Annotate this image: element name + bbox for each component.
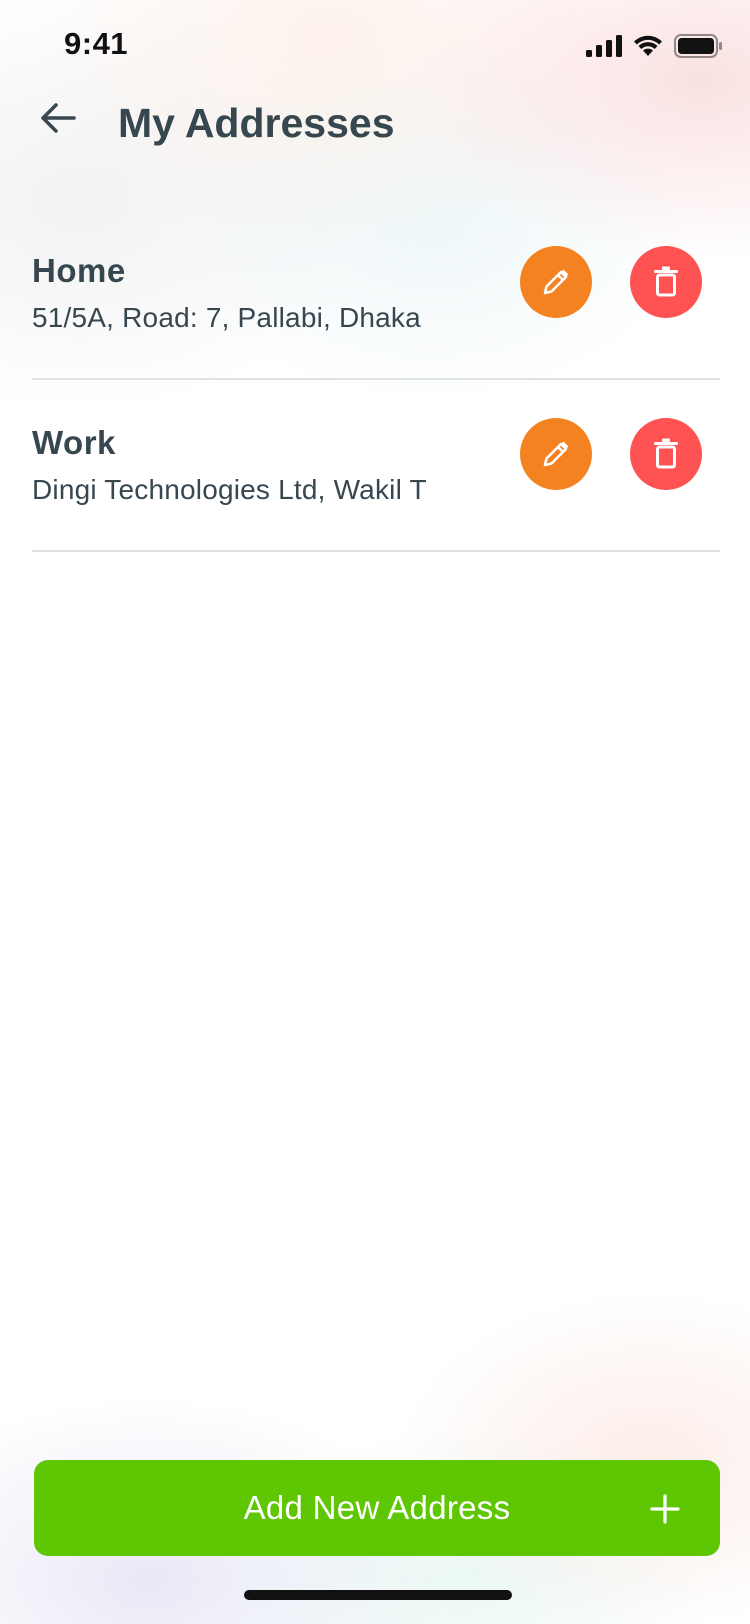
- edit-address-button[interactable]: [520, 418, 592, 490]
- screen: 9:41 My Addresses Home 51/5A, Road: 7, P…: [0, 0, 750, 1624]
- delete-address-button[interactable]: [630, 246, 702, 318]
- delete-address-button[interactable]: [630, 418, 702, 490]
- add-button-label: Add New Address: [243, 1489, 511, 1526]
- address-text: Dingi Technologies Ltd, Wakil T: [32, 474, 427, 505]
- address-item-home: Home 51/5A, Road: 7, Pallabi, Dhaka: [32, 208, 720, 380]
- address-item-work: Work Dingi Technologies Ltd, Wakil T: [32, 380, 720, 552]
- page-title: My Addresses: [118, 100, 395, 146]
- home-indicator: [244, 1590, 512, 1600]
- arrow-left-icon: [41, 103, 76, 133]
- address-label: Work: [32, 424, 116, 461]
- address-label: Home: [32, 252, 126, 289]
- battery-icon: [674, 34, 722, 58]
- address-text: 51/5A, Road: 7, Pallabi, Dhaka: [32, 302, 421, 333]
- status-time: 9:41: [64, 26, 129, 61]
- wifi-icon: [634, 35, 662, 56]
- status-icons: [586, 34, 722, 58]
- add-new-address-button[interactable]: Add New Address: [34, 1460, 720, 1556]
- divider: [32, 550, 720, 552]
- pencil-icon: [543, 441, 569, 467]
- plus-icon: [650, 1494, 680, 1524]
- signal-icon: [586, 35, 622, 57]
- back-button[interactable]: [36, 96, 80, 140]
- trash-icon: [654, 438, 678, 469]
- edit-address-button[interactable]: [520, 246, 592, 318]
- trash-icon: [654, 266, 678, 297]
- pencil-icon: [543, 269, 569, 295]
